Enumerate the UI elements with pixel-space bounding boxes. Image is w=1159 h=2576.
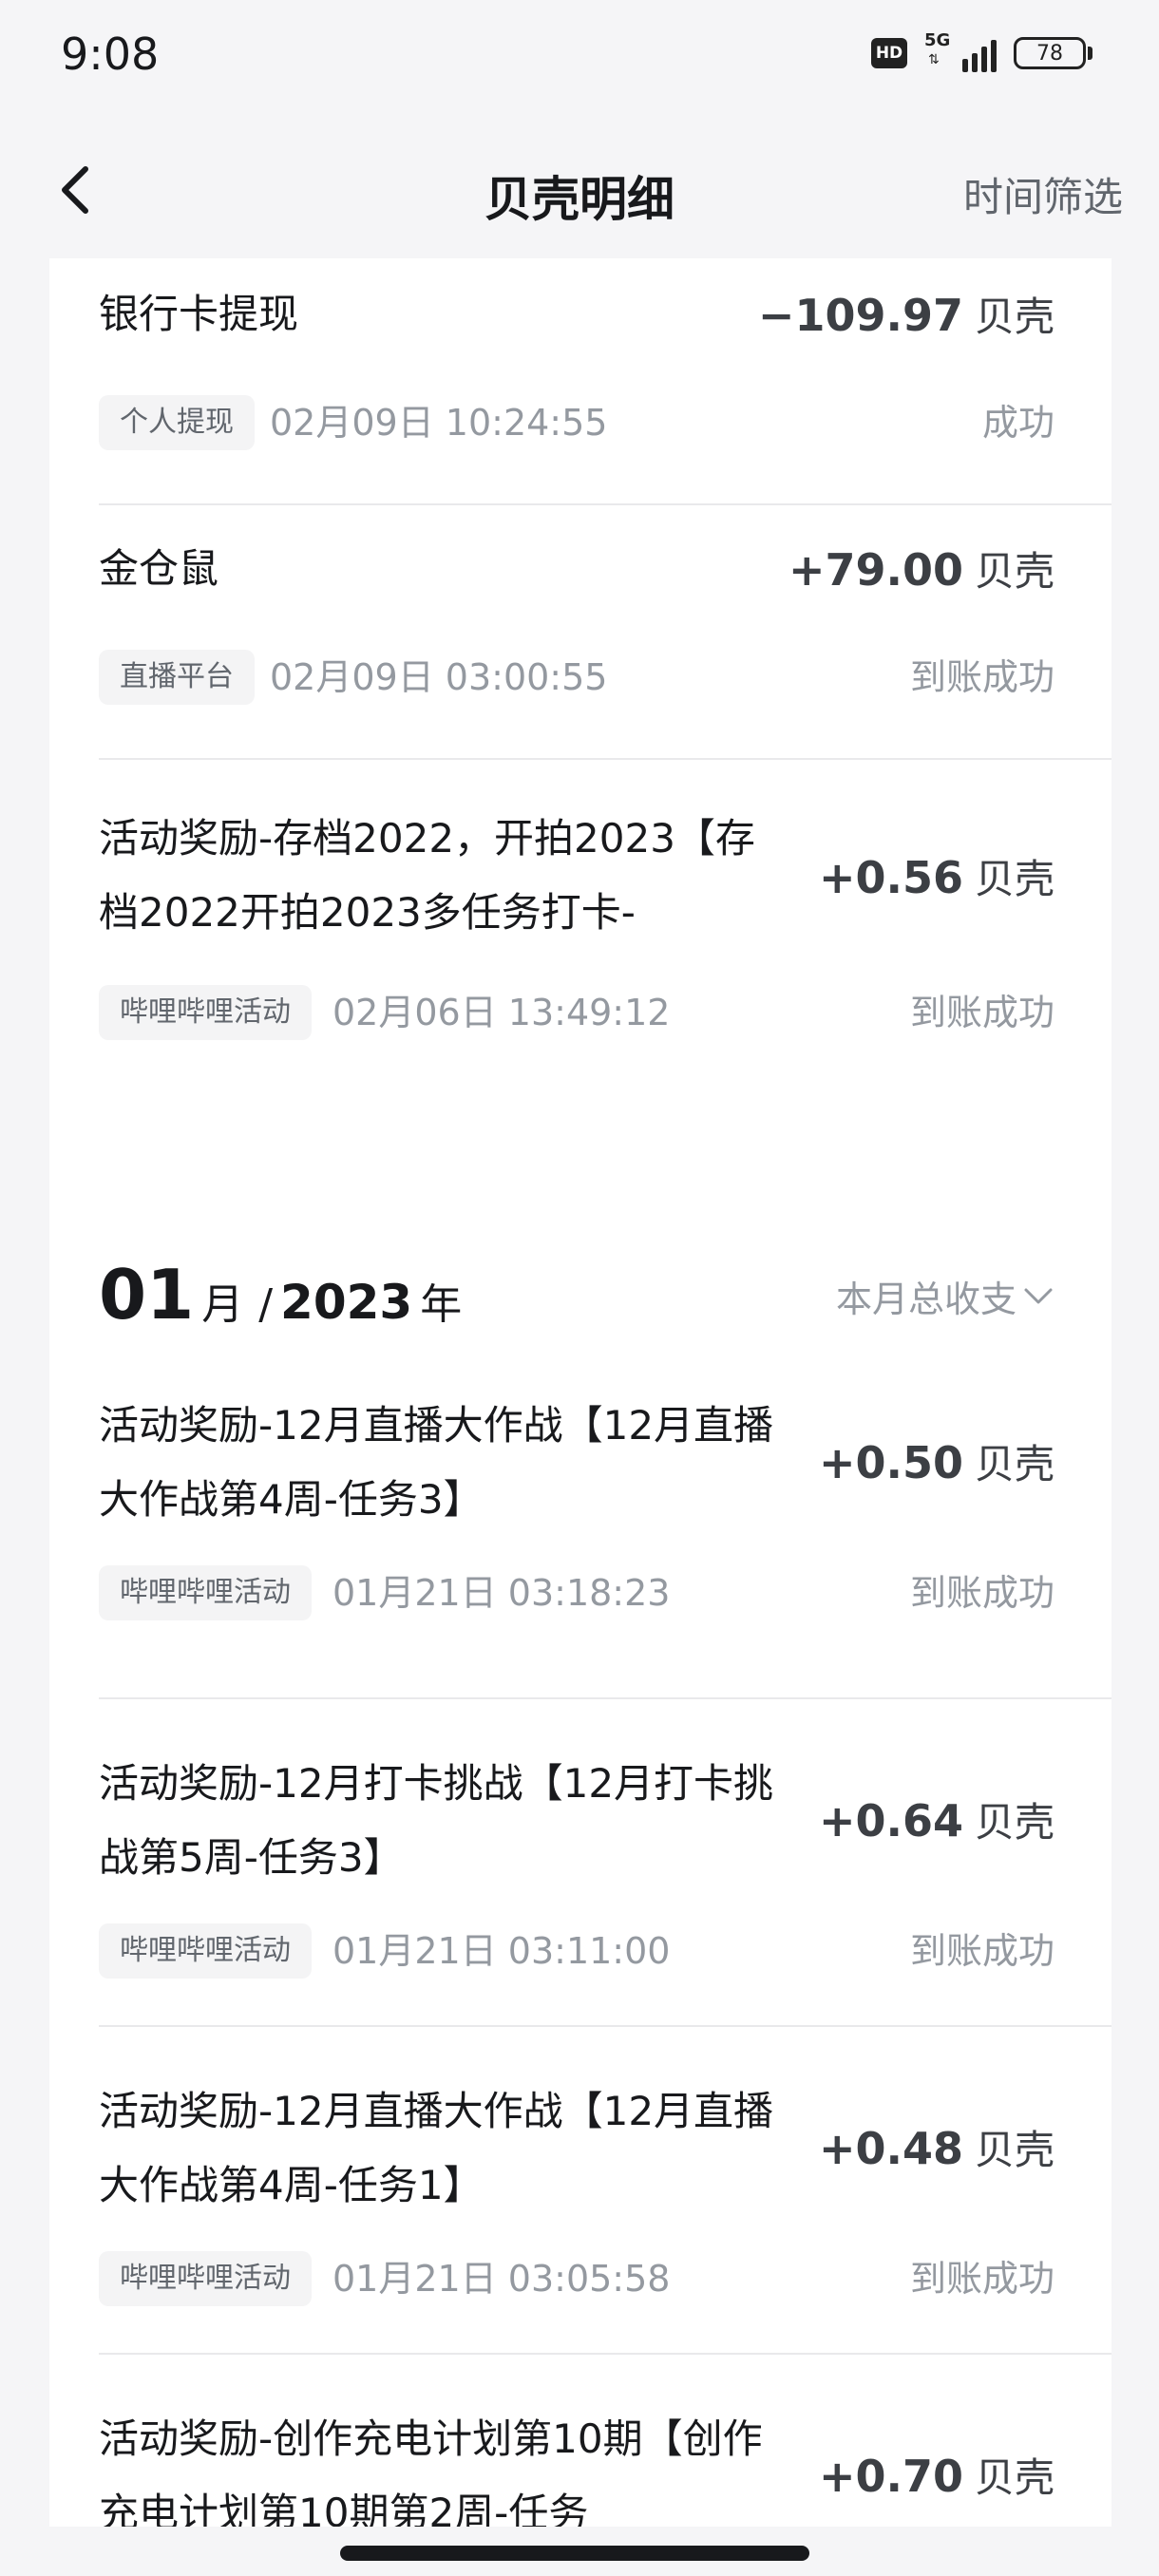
tx-tag: 哔哩哔哩活动 xyxy=(99,985,312,1040)
status-time: 9:08 xyxy=(61,28,160,80)
tx-time: 02月09日 10:24:55 xyxy=(270,402,608,444)
tx-tag: 哔哩哔哩活动 xyxy=(99,1565,312,1620)
month-number: 01 xyxy=(99,1255,195,1335)
tx-status: 到账成功 xyxy=(909,992,1054,1033)
screen: 9:08 HD 5G ⇅ 78 贝壳明细 时间筛选 银行卡提现 −109.97 … xyxy=(0,0,1159,2576)
tx-amount: −109.97 贝壳 xyxy=(757,290,1054,341)
tx-tag: 哔哩哔哩活动 xyxy=(99,1923,312,1979)
tx-title: 活动奖励-12月直播大作战【12月直播大作战第4周-任务3】 xyxy=(99,1402,774,1523)
year-number: 2023 xyxy=(280,1275,413,1330)
data-arrows-icon: ⇅ xyxy=(928,52,940,67)
status-bar: 9:08 HD 5G ⇅ 78 xyxy=(0,0,1159,123)
tx-time: 01月21日 03:18:23 xyxy=(332,1572,671,1614)
tx-title: 活动奖励-12月打卡挑战【12月打卡挑战第5周-任务3】 xyxy=(99,1760,774,1881)
tx-status: 到账成功 xyxy=(909,1572,1054,1614)
tx-title: 银行卡提现 xyxy=(99,291,299,337)
table-row[interactable]: 金仓鼠 +79.00 贝壳 直播平台 02月09日 03:00:55 到账成功 xyxy=(99,503,1112,758)
tx-amount: +0.50 贝壳 xyxy=(818,1437,1054,1488)
status-icons: HD 5G ⇅ 78 xyxy=(871,30,1092,72)
table-row[interactable]: 活动奖励-存档2022，开拍2023【存档2022开拍2023多任务打卡- +0… xyxy=(99,758,1112,1100)
table-row[interactable]: 活动奖励-创作充电计划第10期【创作充电计划第10期第2周-任务 +0.70 贝壳 xyxy=(99,2353,1112,2527)
tx-title: 活动奖励-创作充电计划第10期【创作充电计划第10期第2周-任务 xyxy=(99,2415,763,2527)
tx-title: 金仓鼠 xyxy=(99,545,219,592)
table-row[interactable]: 活动奖励-12月打卡挑战【12月打卡挑战第5周-任务3】 +0.64 贝壳 哔哩哔… xyxy=(99,1697,1112,2025)
table-row[interactable]: 活动奖励-12月直播大作战【12月直播大作战第4周-任务1】 +0.48 贝壳 哔… xyxy=(99,2025,1112,2353)
tx-amount: +79.00 贝壳 xyxy=(788,544,1054,596)
tx-amount: +0.48 贝壳 xyxy=(818,2123,1054,2174)
tx-amount: +0.64 贝壳 xyxy=(818,1795,1054,1847)
month-header: 01 月 / 2023 年 xyxy=(99,1255,463,1335)
network-label: 5G xyxy=(924,30,951,50)
tx-title: 活动奖励-12月直播大作战【12月直播大作战第4周-任务1】 xyxy=(99,2088,774,2208)
tx-time: 02月09日 03:00:55 xyxy=(270,656,608,698)
tx-time: 02月06日 13:49:12 xyxy=(332,992,671,1033)
battery-icon: 78 xyxy=(1014,37,1092,69)
tx-status: 到账成功 xyxy=(909,1930,1054,1972)
tx-status: 成功 xyxy=(981,402,1054,444)
tx-tag: 哔哩哔哩活动 xyxy=(99,2251,312,2306)
tx-amount: +0.70 贝壳 xyxy=(818,2451,1054,2502)
tx-status: 到账成功 xyxy=(909,656,1054,698)
table-row[interactable]: 活动奖励-12月直播大作战【12月直播大作战第4周-任务3】 +0.50 贝壳 哔… xyxy=(99,1370,1112,1697)
tx-time: 01月21日 03:11:00 xyxy=(332,1930,671,1972)
tx-status: 到账成功 xyxy=(909,2258,1054,2300)
time-filter-button[interactable]: 时间筛选 xyxy=(963,165,1123,223)
tx-amount: +0.56 贝壳 xyxy=(818,852,1054,903)
signal-icon: 5G ⇅ xyxy=(924,30,997,72)
transaction-list[interactable]: 银行卡提现 −109.97 贝壳 个人提现 02月09日 10:24:55 成功 … xyxy=(0,258,1159,2527)
month-summary-button[interactable]: 本月总收支 xyxy=(836,1270,1054,1322)
table-row[interactable]: 银行卡提现 −109.97 贝壳 个人提现 02月09日 10:24:55 成功 xyxy=(99,258,1112,503)
tx-time: 01月21日 03:05:58 xyxy=(332,2258,671,2300)
tx-tag: 直播平台 xyxy=(99,650,255,705)
tx-title: 活动奖励-存档2022，开拍2023【存档2022开拍2023多任务打卡- xyxy=(99,815,755,936)
chevron-down-icon xyxy=(1024,1288,1053,1303)
nav-bar: 贝壳明细 时间筛选 xyxy=(0,123,1159,258)
hd-icon: HD xyxy=(871,38,907,68)
battery-level: 78 xyxy=(1014,37,1086,69)
tx-tag: 个人提现 xyxy=(99,395,255,450)
month-card-jan: 01 月 / 2023 年 本月总收支 活动奖励-12月直播大作战【12月直播大… xyxy=(49,1213,1112,2527)
home-indicator[interactable] xyxy=(340,2546,809,2561)
